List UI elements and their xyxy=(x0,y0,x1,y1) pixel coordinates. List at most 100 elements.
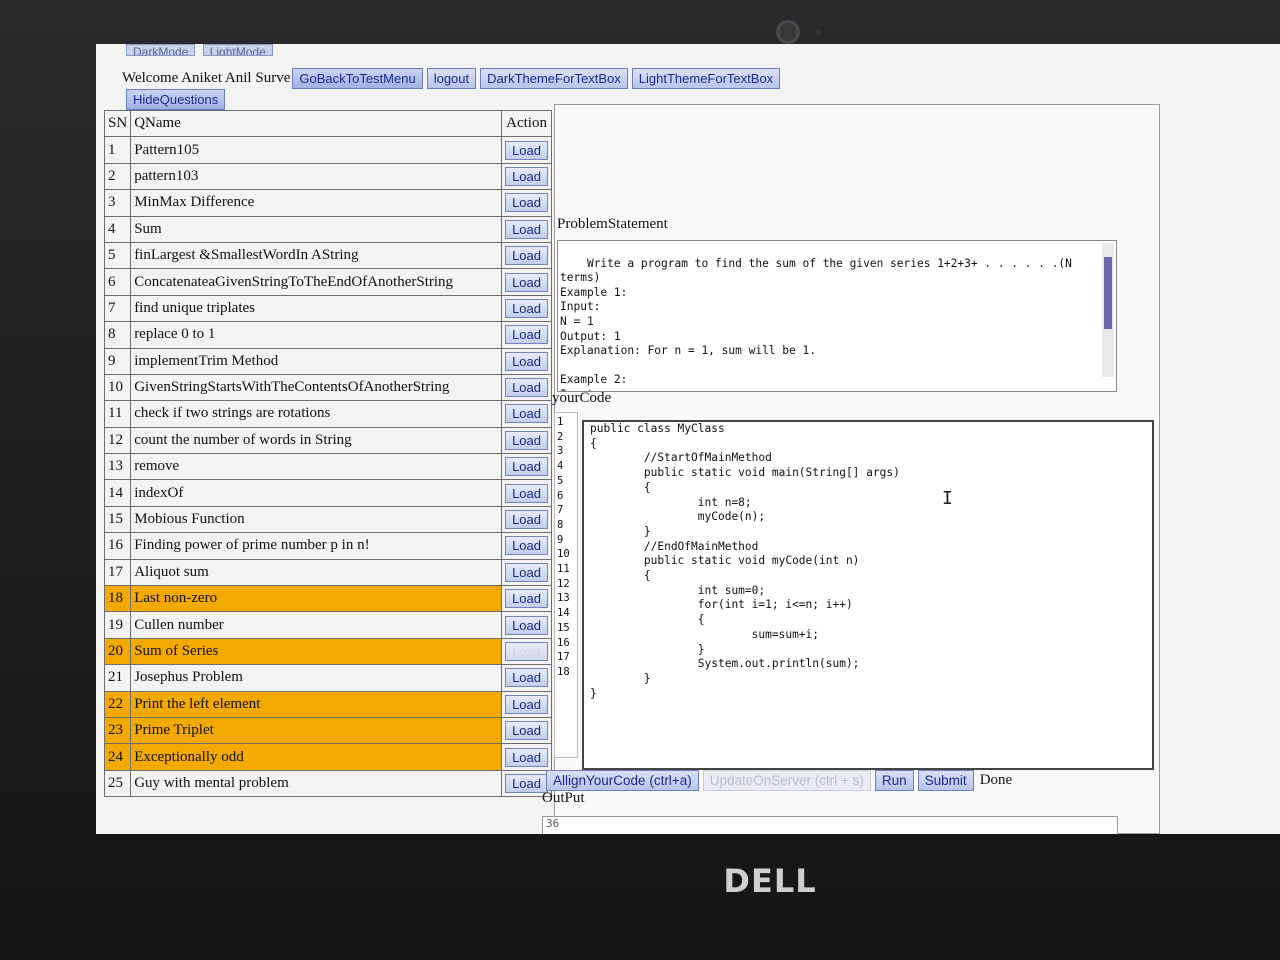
your-code-label: yourCode xyxy=(552,390,612,406)
light-mode-button[interactable]: LightMode xyxy=(202,44,273,56)
load-button[interactable]: Load xyxy=(505,457,548,477)
row-qname: pattern103 xyxy=(130,162,503,191)
load-button[interactable]: Load xyxy=(505,166,548,186)
row-action: Load xyxy=(501,637,552,666)
table-row: 25 Guy with mental problem Load xyxy=(103,769,552,798)
table-row: 5 finLargest &SmallestWordIn AString Load xyxy=(103,241,552,270)
light-theme-textbox-button[interactable]: LightThemeForTextBox xyxy=(631,67,781,89)
dark-theme-textbox-button[interactable]: DarkThemeForTextBox xyxy=(480,67,628,89)
dell-logo: DELL xyxy=(723,862,817,900)
code-editor[interactable]: public class MyClass { //StartOfMainMeth… xyxy=(582,420,1154,770)
row-qname: replace 0 to 1 xyxy=(130,321,503,349)
row-qname: Finding power of prime number p in n! xyxy=(130,532,503,560)
load-button[interactable]: Load xyxy=(505,404,548,424)
align-code-button[interactable]: AllignYourCode (ctrl+a) xyxy=(546,770,699,791)
header-bar: Welcome Aniket Anil Surve GoBackToTestMe… xyxy=(122,66,784,90)
load-button[interactable]: Load xyxy=(505,219,548,239)
row-qname: Josephus Problem xyxy=(130,664,503,692)
load-button[interactable]: Load xyxy=(505,562,548,582)
row-qname: Pattern105 xyxy=(130,136,503,164)
row-sn: 11 xyxy=(103,400,132,428)
dark-mode-button[interactable]: DarkMode xyxy=(126,44,196,56)
hide-questions-button[interactable]: HideQuestions xyxy=(126,89,226,110)
table-row: 13 remove Load xyxy=(103,453,552,481)
questions-table: SN QName Action 1 Pattern105 Load 2 pattern1… xyxy=(103,109,552,798)
table-row: 9 implementTrim Method Load xyxy=(103,347,552,375)
row-action: Load xyxy=(501,505,552,534)
webcam-icon xyxy=(776,20,800,44)
load-button[interactable]: Load xyxy=(505,589,548,609)
row-sn: 12 xyxy=(103,426,132,455)
row-qname: ConcatenateaGivenStringToTheEndOfAnother… xyxy=(130,268,503,296)
load-button[interactable]: Load xyxy=(505,721,548,741)
load-button[interactable]: Load xyxy=(505,298,548,318)
row-sn: 24 xyxy=(103,743,132,771)
load-button[interactable]: Load xyxy=(505,615,548,635)
load-button[interactable]: Load xyxy=(505,378,548,398)
table-row: 17 Aliquot sum Load xyxy=(103,558,552,587)
problem-statement-label: ProblemStatement xyxy=(557,216,668,232)
row-qname: find unique triplates xyxy=(130,294,503,323)
row-sn: 4 xyxy=(103,215,132,243)
row-action: Load xyxy=(501,743,552,771)
load-button[interactable]: Load xyxy=(505,246,548,266)
row-qname: Print the left element xyxy=(130,690,503,718)
row-qname: Aliquot sum xyxy=(130,558,503,587)
row-qname: Mobious Function xyxy=(130,505,503,534)
load-button[interactable]: Load xyxy=(505,694,548,714)
row-action: Load xyxy=(501,241,552,270)
row-action: Load xyxy=(501,532,552,560)
row-sn: 5 xyxy=(103,241,132,270)
load-button[interactable]: Load xyxy=(505,483,548,503)
load-button[interactable]: Load xyxy=(505,510,548,530)
row-action: Load xyxy=(501,558,552,587)
load-button[interactable]: Load xyxy=(505,351,548,371)
load-button[interactable]: Load xyxy=(505,325,548,345)
row-sn: 2 xyxy=(103,162,132,191)
action-header: Action xyxy=(501,109,552,138)
load-button[interactable]: Load xyxy=(505,536,548,556)
table-row: 7 find unique triplates Load xyxy=(103,294,552,323)
row-sn: 25 xyxy=(103,769,132,798)
load-button[interactable]: Load xyxy=(505,642,548,661)
qname-header: QName xyxy=(130,109,503,138)
row-action: Load xyxy=(501,189,552,217)
table-row: 22 Print the left element Load xyxy=(103,690,552,718)
update-on-server-button[interactable]: UpdateOnServer (ctrl + s) xyxy=(702,770,871,791)
logout-button[interactable]: logout xyxy=(426,67,477,89)
table-row: 4 Sum Load xyxy=(103,215,552,243)
load-button[interactable]: Load xyxy=(505,668,548,688)
run-button[interactable]: Run xyxy=(874,770,914,791)
scrollbar-thumb[interactable] xyxy=(1104,257,1112,329)
load-button[interactable]: Load xyxy=(505,272,548,292)
problem-scrollbar[interactable] xyxy=(1102,243,1114,377)
row-qname: Last non-zero xyxy=(130,585,503,613)
submit-button[interactable]: Submit xyxy=(917,770,974,791)
load-button[interactable]: Load xyxy=(505,430,548,450)
row-action: Load xyxy=(501,585,552,613)
table-row: 19 Cullen number Load xyxy=(103,611,552,639)
table-row: 3 MinMax Difference Load xyxy=(103,189,552,217)
load-button[interactable]: Load xyxy=(505,747,548,767)
row-sn: 17 xyxy=(103,558,132,587)
row-sn: 19 xyxy=(103,611,132,639)
table-row: 15 Mobious Function Load xyxy=(103,505,552,534)
problem-statement-textbox[interactable]: Write a program to find the sum of the g… xyxy=(557,240,1117,392)
output-box[interactable]: 36 xyxy=(542,816,1118,834)
row-qname: indexOf xyxy=(130,479,503,507)
row-sn: 3 xyxy=(103,189,132,217)
row-sn: 16 xyxy=(103,532,132,560)
table-row: 2 pattern103 Load xyxy=(103,162,552,191)
table-row: 18 Last non-zero Load xyxy=(103,585,552,613)
row-sn: 21 xyxy=(103,664,132,692)
code-text: public class MyClass { //StartOfMainMeth… xyxy=(590,422,900,700)
row-action: Load xyxy=(501,611,552,639)
table-row: 6 ConcatenateaGivenStringToTheEndOfAnothe… xyxy=(103,268,552,296)
table-row: 24 Exceptionally odd Load xyxy=(103,743,552,771)
row-action: Load xyxy=(501,479,552,507)
load-button[interactable]: Load xyxy=(505,193,548,213)
row-sn: 23 xyxy=(103,716,132,745)
row-sn: 14 xyxy=(103,479,132,507)
load-button[interactable]: Load xyxy=(505,140,548,160)
go-back-button[interactable]: GoBackToTestMenu xyxy=(292,67,423,89)
